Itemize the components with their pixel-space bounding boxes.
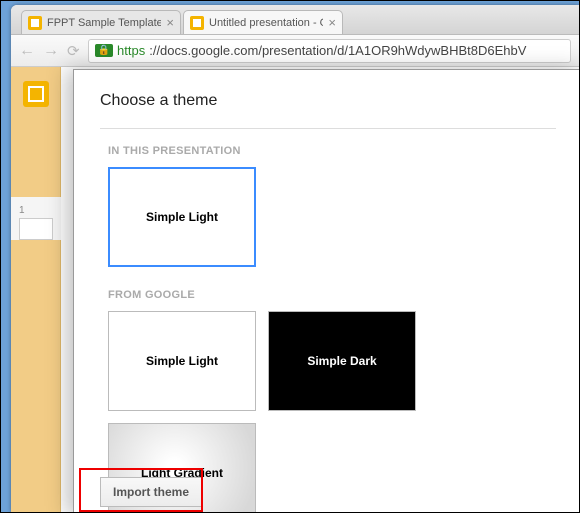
theme-label: Simple Light bbox=[146, 210, 218, 224]
section-heading-current: IN THIS PRESENTATION bbox=[108, 145, 548, 157]
slides-logo-icon[interactable] bbox=[23, 81, 49, 107]
tab-close-icon[interactable]: × bbox=[328, 15, 336, 30]
slide-thumbnail-panel: 1 bbox=[11, 197, 61, 240]
tab-title: FPPT Sample Template - G bbox=[47, 17, 161, 29]
browser-tab[interactable]: FPPT Sample Template - G × bbox=[21, 10, 181, 34]
slides-favicon-icon bbox=[28, 16, 42, 30]
url-protocol: https bbox=[117, 43, 145, 58]
theme-label: Simple Light bbox=[146, 354, 218, 368]
slide-thumbnail[interactable] bbox=[19, 218, 53, 240]
tab-title: Untitled presentation - Go bbox=[209, 17, 323, 29]
reload-icon[interactable]: ⟳ bbox=[67, 42, 80, 60]
back-arrow-icon[interactable]: ← bbox=[19, 42, 35, 60]
slides-favicon-icon bbox=[190, 16, 204, 30]
tab-close-icon[interactable]: × bbox=[166, 15, 174, 30]
url-input[interactable]: 🔒 https ://docs.google.com/presentation/… bbox=[88, 39, 571, 63]
section-heading-google: FROM GOOGLE bbox=[108, 289, 548, 301]
app-left-column bbox=[11, 67, 61, 512]
theme-card-simple-dark[interactable]: Simple Dark bbox=[268, 311, 416, 411]
import-theme-button[interactable]: Import theme bbox=[100, 477, 202, 507]
dialog-footer: Import theme bbox=[100, 477, 202, 507]
theme-scroll-area[interactable]: IN THIS PRESENTATION Simple Light FROM G… bbox=[100, 128, 556, 512]
url-path: ://docs.google.com/presentation/d/1A1OR9… bbox=[149, 43, 526, 58]
theme-card-current[interactable]: Simple Light bbox=[108, 167, 256, 267]
forward-arrow-icon: → bbox=[43, 42, 59, 60]
browser-tab[interactable]: Untitled presentation - Go × bbox=[183, 10, 343, 34]
theme-card-simple-light[interactable]: Simple Light bbox=[108, 311, 256, 411]
dialog-title: Choose a theme bbox=[100, 92, 556, 110]
tab-strip: FPPT Sample Template - G × Untitled pres… bbox=[11, 5, 579, 35]
slide-number: 1 bbox=[19, 205, 25, 216]
theme-label: Simple Dark bbox=[307, 354, 376, 368]
slides-app: 1 Choose a theme IN THIS PRESENTATION Si… bbox=[11, 67, 579, 512]
choose-theme-dialog: Choose a theme IN THIS PRESENTATION Simp… bbox=[73, 69, 579, 512]
lock-icon: 🔒 bbox=[95, 44, 113, 57]
page-content: 1 Choose a theme IN THIS PRESENTATION Si… bbox=[11, 67, 579, 512]
browser-window: FPPT Sample Template - G × Untitled pres… bbox=[11, 5, 579, 512]
address-bar: ← → ⟳ 🔒 https ://docs.google.com/present… bbox=[11, 35, 579, 67]
